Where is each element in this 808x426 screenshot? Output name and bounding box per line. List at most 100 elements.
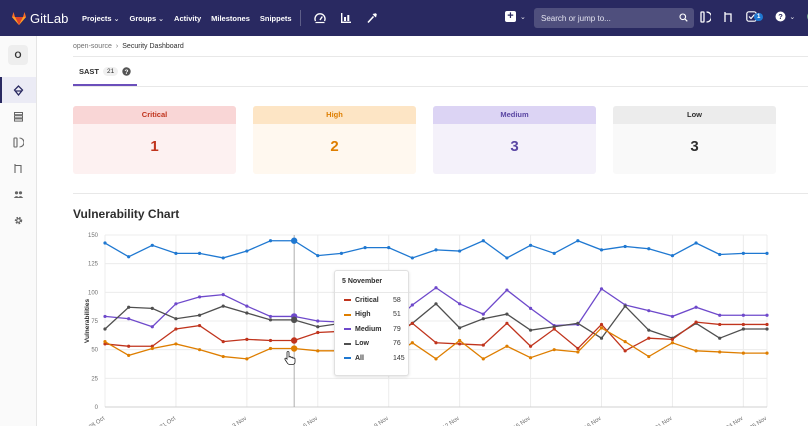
data-point-critical[interactable] [718, 322, 722, 327]
data-point-critical[interactable] [268, 338, 273, 343]
data-point-low[interactable] [268, 318, 273, 322]
data-point-critical[interactable] [528, 344, 533, 348]
project-avatar[interactable]: O [8, 45, 28, 65]
data-point-medium[interactable] [505, 288, 509, 292]
data-point-medium[interactable] [221, 293, 225, 297]
data-point-all[interactable] [528, 243, 533, 247]
data-point-low[interactable] [197, 313, 202, 317]
analytics-chart-icon[interactable] [340, 12, 352, 24]
data-point-critical[interactable] [245, 337, 249, 341]
sidebar-item-merge-requests[interactable] [0, 155, 36, 181]
data-point-critical[interactable] [316, 330, 320, 335]
search-icon[interactable] [679, 13, 688, 22]
data-point-critical[interactable] [481, 343, 485, 347]
data-point-critical[interactable] [599, 322, 604, 327]
data-point-high[interactable] [576, 350, 580, 354]
data-point-high[interactable] [670, 341, 675, 345]
data-point-critical[interactable] [410, 321, 414, 325]
data-point-medium[interactable] [694, 305, 698, 309]
nav-activity[interactable]: Activity [174, 14, 201, 23]
data-point-low[interactable] [741, 327, 745, 331]
data-point-critical[interactable] [765, 322, 769, 327]
data-point-critical[interactable] [174, 327, 178, 331]
data-point-low[interactable] [245, 311, 249, 315]
data-point-low[interactable] [316, 325, 320, 329]
data-point-all[interactable] [741, 251, 745, 255]
data-point-critical[interactable] [221, 340, 225, 344]
data-point-all[interactable] [127, 255, 131, 259]
data-point-all[interactable] [718, 252, 722, 257]
data-point-medium[interactable] [647, 309, 651, 313]
data-point-all[interactable] [174, 251, 178, 255]
data-point-high[interactable] [103, 340, 107, 344]
data-point-all[interactable] [694, 241, 698, 245]
data-point-low[interactable] [623, 304, 627, 308]
data-point-all[interactable] [410, 256, 414, 260]
data-point-medium[interactable] [245, 304, 249, 308]
data-point-critical[interactable] [623, 349, 627, 353]
nav-snippets[interactable]: Snippets [260, 14, 292, 23]
sidebar-item-list[interactable] [0, 103, 36, 129]
data-point-low[interactable] [174, 317, 178, 321]
sidebar-item-members[interactable] [0, 181, 36, 207]
sidebar-item-issues[interactable] [0, 129, 36, 155]
data-point-high[interactable] [197, 348, 202, 352]
data-point-high[interactable] [268, 346, 273, 351]
data-point-all[interactable] [316, 254, 320, 258]
data-point-all[interactable] [221, 256, 225, 260]
data-point-low[interactable] [576, 321, 580, 325]
data-point-high[interactable] [623, 340, 627, 344]
nav-projects[interactable]: Projects ⌄ [82, 14, 119, 23]
data-point-high[interactable] [528, 356, 533, 360]
data-point-critical[interactable] [576, 346, 580, 351]
data-point-low[interactable] [481, 317, 485, 321]
data-point-medium[interactable] [481, 312, 485, 316]
data-point-low[interactable] [290, 316, 298, 324]
todos-link[interactable]: 1 [746, 11, 764, 22]
data-point-critical[interactable] [694, 320, 698, 324]
data-point-critical[interactable] [290, 337, 298, 344]
admin-wrench-icon[interactable] [366, 12, 378, 24]
data-point-all[interactable] [647, 247, 651, 251]
data-point-critical[interactable] [670, 337, 675, 341]
data-point-critical[interactable] [741, 322, 745, 327]
data-point-medium[interactable] [434, 286, 438, 290]
data-point-high[interactable] [316, 349, 320, 353]
new-item-dropdown[interactable]: + ⌄ [505, 11, 526, 22]
data-point-all[interactable] [387, 246, 391, 250]
data-point-low[interactable] [458, 326, 462, 330]
data-point-high[interactable] [505, 344, 509, 348]
data-point-high[interactable] [741, 351, 745, 355]
data-point-high[interactable] [599, 326, 604, 330]
data-point-all[interactable] [103, 241, 107, 245]
data-point-all[interactable] [599, 248, 604, 252]
data-point-high[interactable] [481, 357, 485, 361]
data-point-medium[interactable] [150, 325, 154, 329]
data-point-all[interactable] [481, 239, 485, 243]
data-point-low[interactable] [127, 305, 131, 309]
data-point-high[interactable] [765, 351, 769, 355]
data-point-low[interactable] [765, 327, 769, 331]
data-point-medium[interactable] [765, 313, 769, 317]
sidebar-item-security[interactable] [0, 77, 36, 103]
data-point-all[interactable] [268, 239, 273, 243]
data-point-medium[interactable] [410, 303, 414, 307]
data-point-low[interactable] [528, 328, 533, 332]
data-point-high[interactable] [150, 346, 154, 351]
data-point-all[interactable] [434, 248, 438, 252]
data-point-low[interactable] [103, 327, 107, 331]
data-point-all[interactable] [339, 251, 344, 255]
data-point-low[interactable] [647, 328, 651, 332]
data-point-high[interactable] [552, 348, 556, 352]
data-point-medium[interactable] [599, 287, 604, 291]
data-point-critical[interactable] [505, 321, 509, 325]
data-point-critical[interactable] [647, 336, 651, 340]
data-point-high[interactable] [245, 357, 249, 361]
data-point-medium[interactable] [316, 319, 320, 323]
data-point-all[interactable] [505, 256, 509, 260]
data-point-all[interactable] [458, 249, 462, 253]
data-point-all[interactable] [765, 251, 769, 255]
data-point-medium[interactable] [127, 317, 131, 321]
data-point-all[interactable] [576, 239, 580, 243]
data-point-medium[interactable] [670, 314, 675, 319]
